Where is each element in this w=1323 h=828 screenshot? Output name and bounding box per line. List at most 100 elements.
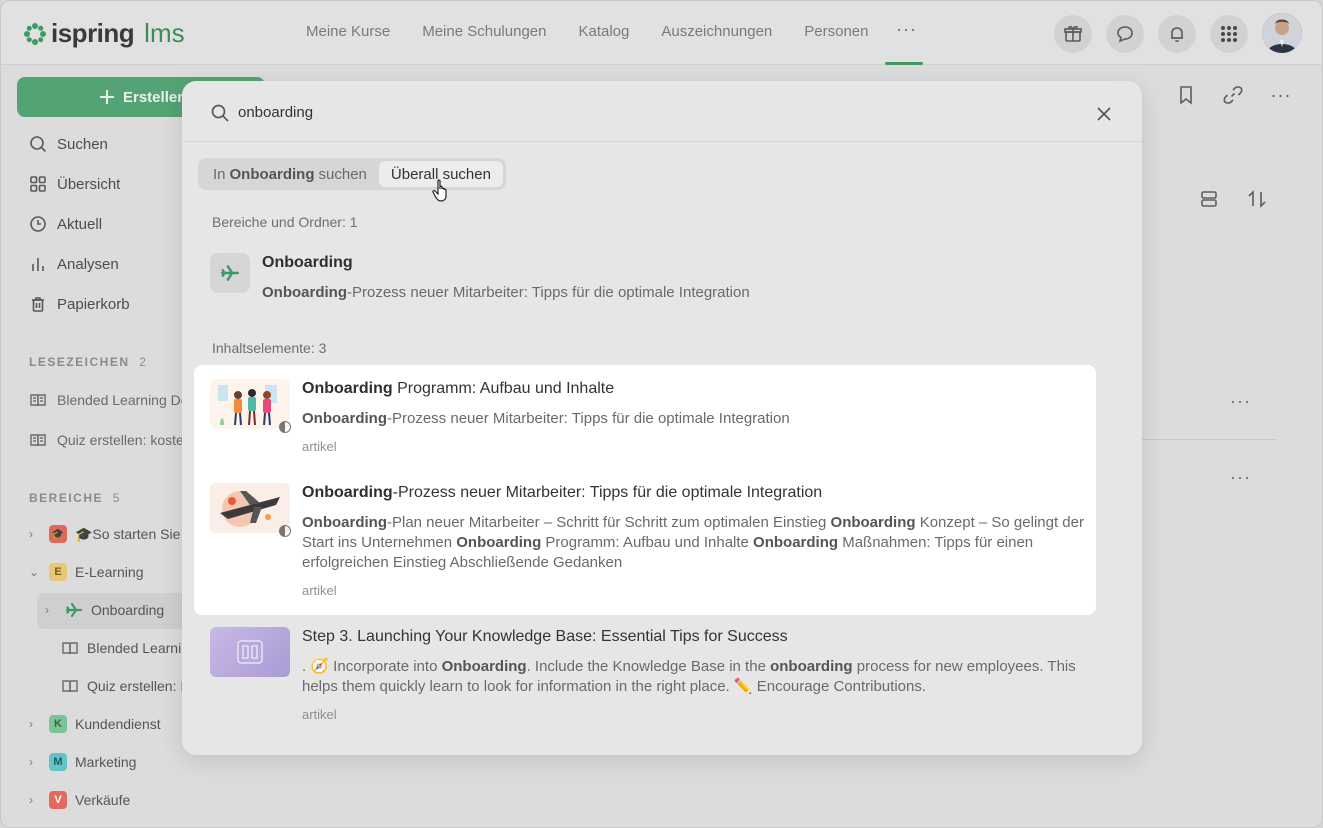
area-badge: E: [49, 563, 67, 581]
sidebar-item-papierkorb[interactable]: Papierkorb: [29, 295, 130, 313]
sidebar-item-uebersicht[interactable]: Übersicht: [29, 175, 120, 193]
bookmark-label: Blended Learning De: [57, 392, 189, 408]
top-navigation: Meine Kurse Meine Schulungen Katalog Aus…: [306, 23, 869, 40]
logo[interactable]: ispring lms: [23, 18, 185, 49]
folder-desc-highlight: Onboarding: [262, 284, 347, 301]
result-desc-text: . 🧭 Incorporate into: [302, 658, 442, 675]
area-item-verkaeufe[interactable]: › V Verkäufe: [29, 791, 130, 809]
search-icon: [211, 104, 229, 122]
plane-icon: [65, 602, 83, 618]
nav-more-button[interactable]: ···: [885, 1, 923, 65]
area-item-so-starten[interactable]: › 🎓 🎓So starten Sie: [29, 525, 180, 543]
hand-cursor-icon: [432, 179, 447, 202]
result-thumbnail: [210, 379, 290, 429]
folder-result-title-text: Onboarding: [262, 254, 353, 271]
chat-button[interactable]: [1106, 15, 1144, 53]
result-title-highlight: Onboarding: [302, 484, 393, 501]
areas-count: 5: [112, 491, 121, 505]
search-bar: [182, 81, 1142, 142]
scope-current-option[interactable]: In Onboarding suchen: [201, 161, 379, 187]
nav-meine-schulungen[interactable]: Meine Schulungen: [422, 23, 546, 40]
article-icon: [62, 642, 78, 655]
more-options-button[interactable]: ···: [1270, 84, 1292, 106]
nav-personen[interactable]: Personen: [804, 23, 868, 40]
area-badge: 🎓: [49, 525, 67, 543]
area-label: Marketing: [75, 754, 137, 770]
area-item-e-learning[interactable]: ⌄ E E-Learning: [29, 563, 144, 581]
plane-icon: [221, 265, 239, 281]
folders-group-heading: Bereiche und Ordner: 1: [212, 214, 358, 230]
folder-result[interactable]: Onboarding Onboarding-Prozess neuer Mita…: [262, 254, 750, 303]
result-item[interactable]: Onboarding Programm: Aufbau und Inhalte …: [302, 380, 1082, 454]
search-input[interactable]: [238, 100, 1038, 124]
result-desc-text: Programm: Aufbau und Inhalte: [541, 534, 754, 551]
list-view-icon: [1201, 191, 1217, 207]
result-desc-text: -Plan neuer Mitarbeiter – Schritt für Sc…: [387, 514, 831, 531]
chevron-right-icon[interactable]: ›: [29, 755, 41, 769]
bookmarks-count: 2: [139, 355, 148, 369]
app-window: ispring lms Meine Kurse Meine Schulungen …: [0, 0, 1323, 828]
sort-button[interactable]: [1246, 188, 1268, 210]
chat-icon: [1117, 26, 1133, 43]
bookmark-button[interactable]: [1175, 84, 1197, 106]
nav-katalog[interactable]: Katalog: [578, 23, 629, 40]
area-item-marketing[interactable]: › M Marketing: [29, 753, 136, 771]
chevron-right-icon[interactable]: ›: [29, 717, 41, 731]
result-desc-highlight: Onboarding: [456, 534, 542, 551]
apps-button[interactable]: [1210, 15, 1248, 53]
clock-icon: [30, 216, 46, 232]
user-avatar[interactable]: [1262, 13, 1302, 53]
bookmark-icon: [1180, 86, 1192, 105]
ispring-logo-icon: [24, 22, 46, 45]
result-title-text: Programm: Aufbau und Inhalte: [392, 380, 615, 397]
close-button[interactable]: [1093, 103, 1115, 125]
view-toggle-button[interactable]: [1198, 188, 1220, 210]
result-type: artikel: [302, 707, 337, 722]
chevron-right-icon[interactable]: ›: [45, 603, 57, 617]
row-more-icon[interactable]: ···: [1230, 391, 1251, 412]
area-label: Verkäufe: [75, 792, 131, 808]
area-item-kundendienst[interactable]: › K Kundendienst: [29, 715, 161, 733]
chevron-down-icon[interactable]: ⌄: [29, 565, 41, 579]
article-icon: [30, 434, 46, 447]
article-item-blended[interactable]: Blended Learni: [61, 639, 181, 657]
sidebar-item-label: Papierkorb: [57, 295, 130, 313]
row-more-icon[interactable]: ···: [1230, 467, 1251, 488]
more-icon: ···: [896, 19, 917, 39]
bookmark-item[interactable]: Blended Learning De: [29, 391, 189, 409]
search-modal: InOnboardingsuchen Überall suchen Bereic…: [182, 81, 1142, 755]
sidebar-item-label: Analysen: [57, 255, 119, 273]
area-label: E-Learning: [75, 564, 144, 580]
sidebar-item-analysen[interactable]: Analysen: [29, 255, 119, 273]
result-desc-highlight: Onboarding: [441, 658, 527, 675]
sidebar-item-suchen[interactable]: Suchen: [29, 135, 108, 153]
result-desc-highlight: Onboarding: [302, 410, 387, 427]
sidebar-item-aktuell[interactable]: Aktuell: [29, 215, 102, 233]
folder-label: Onboarding: [91, 602, 165, 618]
items-group-heading: Inhaltselemente: 3: [212, 340, 327, 356]
folder-item-onboarding[interactable]: › Onboarding: [45, 601, 164, 619]
result-desc-text: -Prozess neuer Mitarbeiter: Tipps für di…: [387, 410, 790, 427]
article-item-quiz[interactable]: Quiz erstellen: I: [61, 677, 184, 695]
result-desc: Onboarding -Plan neuer Mitarbeiter – Schr…: [302, 513, 1092, 573]
gift-button[interactable]: [1054, 15, 1092, 53]
result-item[interactable]: Onboarding-Prozess neuer Mitarbeiter: Ti…: [302, 484, 1092, 598]
result-item[interactable]: Step 3. Launching Your Knowledge Base: E…: [302, 628, 1102, 722]
result-title-text: -Prozess neuer Mitarbeiter: Tipps für di…: [392, 484, 823, 501]
bookmark-item[interactable]: Quiz erstellen: koste: [29, 431, 184, 449]
copy-link-button[interactable]: [1222, 84, 1244, 106]
area-label: Kundendienst: [75, 716, 161, 732]
result-desc: Onboarding-Prozess neuer Mitarbeiter: Ti…: [302, 409, 1082, 429]
chevron-right-icon[interactable]: ›: [29, 793, 41, 807]
sort-icon: [1248, 190, 1266, 208]
top-bar: ispring lms Meine Kurse Meine Schulungen …: [1, 1, 1322, 65]
area-badge: V: [49, 791, 67, 809]
nav-meine-kurse[interactable]: Meine Kurse: [306, 23, 390, 40]
notifications-button[interactable]: [1158, 15, 1196, 53]
folder-result-title: Onboarding: [262, 254, 750, 272]
nav-auszeichnungen[interactable]: Auszeichnungen: [661, 23, 772, 40]
chevron-right-icon[interactable]: ›: [29, 527, 41, 541]
result-title: Onboarding Programm: Aufbau und Inhalte: [302, 380, 1082, 398]
folder-desc-text: -Prozess neuer Mitarbeiter: Tipps für di…: [347, 284, 750, 301]
result-type: artikel: [302, 439, 337, 454]
